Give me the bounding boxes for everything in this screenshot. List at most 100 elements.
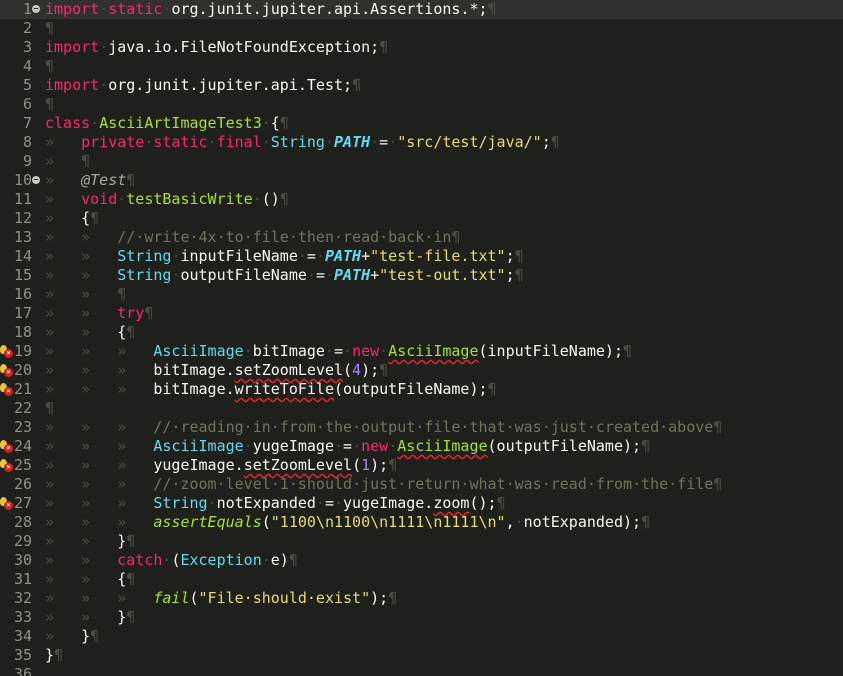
line-gutter[interactable]: 2 <box>0 19 45 38</box>
line-code[interactable]: » » » //·reading·in·from·the·output·file… <box>45 418 722 437</box>
line-gutter[interactable]: 23 <box>0 418 45 437</box>
line-gutter[interactable]: 13 <box>0 228 45 247</box>
line-code[interactable]: » void·testBasicWrite·()¶ <box>45 190 289 209</box>
line-code[interactable]: import·org.junit.jupiter.api.Test;¶ <box>45 76 361 95</box>
line-gutter[interactable]: 22 <box>0 399 45 418</box>
line-code[interactable]: » » String·outputFileName·=·PATH+"test-o… <box>45 266 524 285</box>
code-line[interactable]: 28 » » » assertEquals("1100\n1100\n1111\n… <box>0 513 843 532</box>
line-gutter[interactable]: 4 <box>0 57 45 76</box>
code-line[interactable]: 4 ¶ <box>0 57 843 76</box>
line-code[interactable]: » » }¶ <box>45 608 135 627</box>
code-line[interactable]: 10−» @Test¶ <box>0 171 843 190</box>
code-line[interactable]: 14» » String·inputFileName·=·PATH+"test-… <box>0 247 843 266</box>
code-line[interactable]: 30» » catch·(Exception·e)¶ <box>0 551 843 570</box>
line-code[interactable]: » » » assertEquals("1100\n1100\n1111\n11… <box>45 513 650 532</box>
line-code[interactable]: » » » bitImage.writeToFile(outputFileNam… <box>45 380 497 399</box>
line-code[interactable]: » » }¶ <box>45 532 135 551</box>
quickfix-error-icon[interactable]: × <box>0 497 13 510</box>
line-gutter[interactable]: 14 <box>0 247 45 266</box>
code-line[interactable]: 6 ¶ <box>0 95 843 114</box>
line-code[interactable]: ¶ <box>45 95 54 114</box>
code-line[interactable]: 8» private·static·final·String·PATH·=·"s… <box>0 133 843 152</box>
line-gutter[interactable]: 7 <box>0 114 45 133</box>
line-code[interactable]: » @Test¶ <box>45 171 135 190</box>
code-line[interactable]: 26 » » » //·zoom·level·1·should·just·retu… <box>0 475 843 494</box>
fold-collapse-icon[interactable]: − <box>32 5 40 13</box>
line-code[interactable]: » » » //·zoom·level·1·should·just·return… <box>45 475 722 494</box>
line-code[interactable]: » » try¶ <box>45 304 153 323</box>
line-gutter[interactable]: 9 <box>0 152 45 171</box>
line-gutter[interactable]: 35 <box>0 646 45 665</box>
code-line[interactable]: × 20» » » bitImage.setZoomLevel(4);¶ <box>0 361 843 380</box>
line-gutter[interactable]: × 25 <box>0 456 45 475</box>
line-gutter[interactable]: 5 <box>0 76 45 95</box>
quickfix-error-icon[interactable]: × <box>0 440 13 453</box>
line-code[interactable]: » » » AsciiImage·yugeImage·=·new·AsciiIm… <box>45 437 650 456</box>
code-line[interactable]: 29 » » }¶ <box>0 532 843 551</box>
line-gutter[interactable]: 26 <box>0 475 45 494</box>
code-line[interactable]: 2 ¶ <box>0 19 843 38</box>
line-gutter[interactable]: 32 <box>0 589 45 608</box>
line-gutter[interactable]: 16 <box>0 285 45 304</box>
line-gutter[interactable]: 17 <box>0 304 45 323</box>
code-line[interactable]: 34 » }¶ <box>0 627 843 646</box>
line-gutter[interactable]: 36 <box>0 665 45 676</box>
line-code[interactable]: » ¶ <box>45 152 90 171</box>
line-gutter[interactable]: × 27 <box>0 494 45 513</box>
line-gutter[interactable]: × 24 <box>0 437 45 456</box>
code-line[interactable]: 1− import·static·org.junit.jupiter.api.As… <box>0 0 843 19</box>
line-code[interactable]: » }¶ <box>45 627 99 646</box>
line-gutter[interactable]: 6 <box>0 95 45 114</box>
line-code[interactable]: » » {¶ <box>45 323 135 342</box>
code-line[interactable]: 3 import·java.io.FileNotFoundException;¶ <box>0 38 843 57</box>
line-gutter[interactable]: × 19 <box>0 342 45 361</box>
code-line[interactable]: 18 » » {¶ <box>0 323 843 342</box>
line-gutter[interactable]: 11 <box>0 190 45 209</box>
code-editor[interactable]: 1− import·static·org.junit.jupiter.api.As… <box>0 0 843 676</box>
line-gutter[interactable]: 31 <box>0 570 45 589</box>
line-gutter[interactable]: 8 <box>0 133 45 152</box>
line-code[interactable]: » » //·write·4x·to·file·then·read·back·i… <box>45 228 460 247</box>
line-gutter[interactable]: 30 <box>0 551 45 570</box>
code-line[interactable]: 36 <box>0 665 843 676</box>
line-code[interactable]: » » » AsciiImage·bitImage·=·new·AsciiIma… <box>45 342 632 361</box>
code-line[interactable]: 17 » » try¶ <box>0 304 843 323</box>
line-gutter[interactable]: 12 <box>0 209 45 228</box>
line-code[interactable]: import·static·org.junit.jupiter.api.Asse… <box>45 0 497 19</box>
code-line[interactable]: × 25» » » yugeImage.setZoomLevel(1);¶ <box>0 456 843 475</box>
line-code[interactable]: » » » fail("File·should·exist");¶ <box>45 589 397 608</box>
code-line[interactable]: 23 » » » //·reading·in·from·the·output·fi… <box>0 418 843 437</box>
line-gutter[interactable]: × 20 <box>0 361 45 380</box>
line-gutter[interactable]: × 21 <box>0 380 45 399</box>
code-line[interactable]: 13 » » //·write·4x·to·file·then·read·back… <box>0 228 843 247</box>
line-code[interactable]: }¶ <box>45 646 63 665</box>
code-line[interactable]: 35}¶ <box>0 646 843 665</box>
line-gutter[interactable]: 15 <box>0 266 45 285</box>
line-code[interactable]: » » {¶ <box>45 570 135 589</box>
code-line[interactable]: 12 » {¶ <box>0 209 843 228</box>
line-code[interactable]: ¶ <box>45 57 54 76</box>
code-line[interactable]: 7 class·AsciiArtImageTest3·{¶ <box>0 114 843 133</box>
line-gutter[interactable]: 28 <box>0 513 45 532</box>
fold-collapse-icon[interactable]: − <box>32 176 40 184</box>
line-code[interactable]: » » » yugeImage.setZoomLevel(1);¶ <box>45 456 397 475</box>
code-line[interactable]: 9 » ¶ <box>0 152 843 171</box>
code-line[interactable]: 22 ¶ <box>0 399 843 418</box>
code-line[interactable]: 15» » String·outputFileName·=·PATH+"test… <box>0 266 843 285</box>
line-code[interactable]: » » » String·notExpanded·=·yugeImage.zoo… <box>45 494 506 513</box>
line-code[interactable]: import·java.io.FileNotFoundException;¶ <box>45 38 388 57</box>
line-gutter[interactable]: 1− <box>0 0 45 19</box>
line-gutter[interactable]: 3 <box>0 38 45 57</box>
line-gutter[interactable]: 10− <box>0 171 45 190</box>
quickfix-error-icon[interactable]: × <box>0 383 13 396</box>
quickfix-error-icon[interactable]: × <box>0 364 13 377</box>
quickfix-error-icon[interactable]: × <box>0 345 13 358</box>
line-code[interactable]: ¶ <box>45 399 54 418</box>
line-code[interactable]: » private·static·final·String·PATH·=·"sr… <box>45 133 560 152</box>
code-line[interactable]: × 21» » » bitImage.writeToFile(outputFile… <box>0 380 843 399</box>
quickfix-error-icon[interactable]: × <box>0 459 13 472</box>
line-code[interactable]: class·AsciiArtImageTest3·{¶ <box>45 114 289 133</box>
line-gutter[interactable]: 33 <box>0 608 45 627</box>
line-code[interactable]: » » » bitImage.setZoomLevel(4);¶ <box>45 361 388 380</box>
code-line[interactable]: 5 import·org.junit.jupiter.api.Test;¶ <box>0 76 843 95</box>
